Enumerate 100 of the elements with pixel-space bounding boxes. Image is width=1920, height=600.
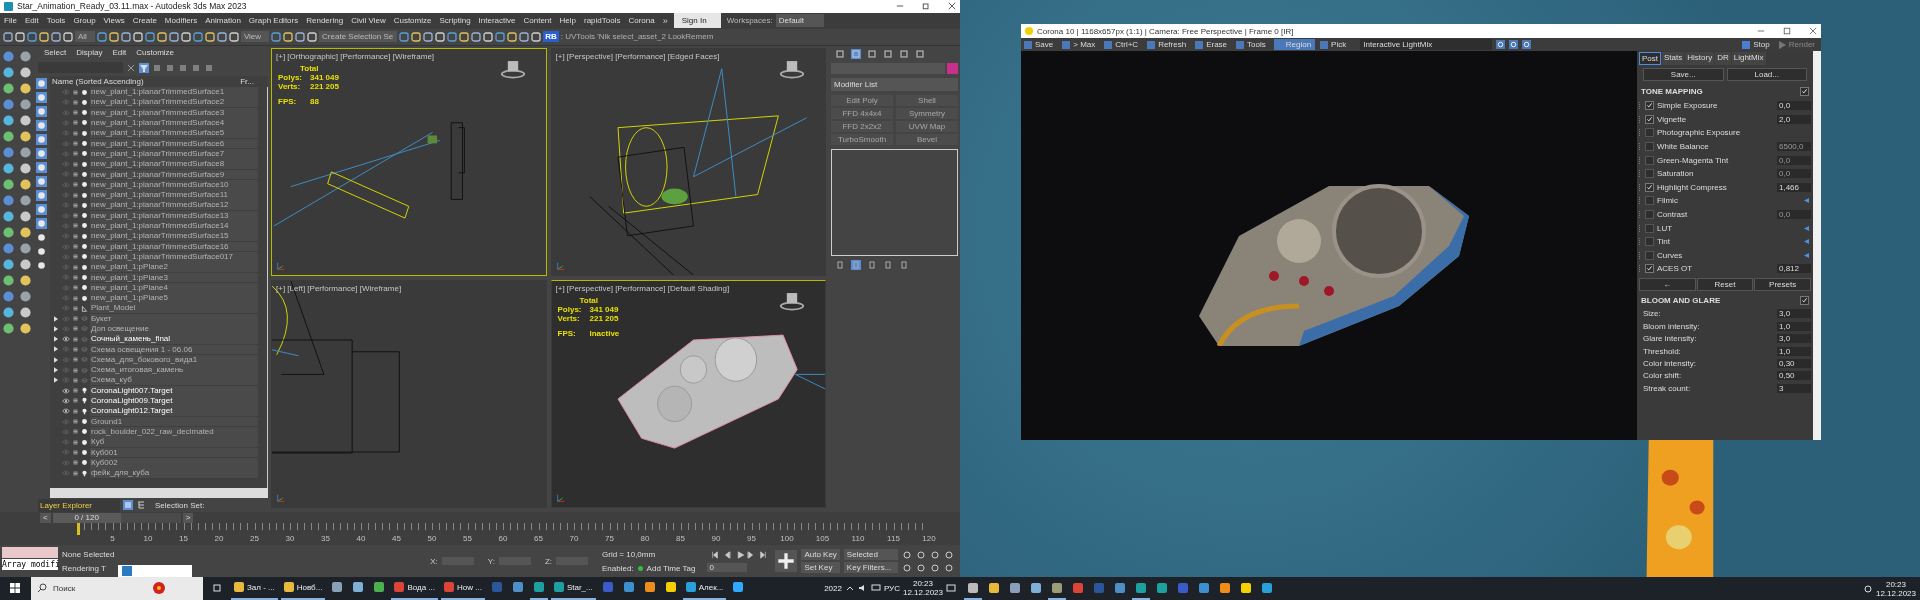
column-header[interactable]: Fr... — [240, 76, 268, 86]
tool-icon[interactable] — [19, 257, 32, 271]
menu-item[interactable]: Content — [519, 16, 556, 26]
toolbar-button[interactable]: Ctrl+C — [1103, 39, 1143, 50]
stack-tool-icon[interactable] — [851, 259, 861, 270]
modifier-button[interactable]: TurboSmooth — [831, 133, 893, 145]
scene-object-name[interactable]: Ground1 — [90, 416, 258, 427]
explorer-menu-item[interactable]: Customize — [136, 48, 175, 58]
viewport-navigation-icon[interactable] — [916, 549, 926, 560]
operator-checkbox[interactable] — [1645, 169, 1654, 179]
value-spinner[interactable]: 0,0 — [1777, 169, 1811, 179]
toolbar-button[interactable]: Pick — [1319, 39, 1351, 50]
viewport[interactable]: [+] [Perspective] [Performance] [Edged Faces] — [550, 47, 826, 276]
expand-arrow-icon[interactable] — [54, 367, 58, 374]
viewport-label[interactable]: [+] [Left] [Performance] [Wireframe] — [272, 281, 546, 296]
tool-icon[interactable] — [51, 31, 61, 42]
operator-checkbox[interactable] — [1645, 182, 1654, 192]
tool-icon[interactable] — [2, 305, 15, 319]
add-time-tag-button[interactable]: Add Time Tag — [646, 563, 696, 573]
scene-object-name[interactable]: new_plant_1:planarTrimmedSurface2 — [90, 97, 258, 108]
section-checkbox[interactable] — [1800, 87, 1809, 96]
tool-icon[interactable] — [19, 273, 32, 287]
object-color-swatch[interactable] — [947, 62, 958, 74]
modifier-button[interactable]: Symmetry — [896, 107, 958, 119]
search-input[interactable]: Поиск — [53, 584, 143, 593]
scene-object-name[interactable]: new_plant_1:planarTrimmedSurface10 — [90, 179, 258, 190]
tool-icon[interactable] — [19, 97, 32, 111]
scene-object-name[interactable]: new_plant_1:planarTrimmedSurface017 — [90, 251, 258, 262]
preset-nav-button[interactable]: Reset — [1696, 277, 1754, 291]
value-spinner[interactable]: 3 — [1777, 383, 1811, 393]
tool-icon[interactable] — [191, 62, 201, 73]
filter-toggle-icon[interactable] — [36, 105, 47, 117]
filter-toggle-icon[interactable] — [36, 189, 47, 201]
operator-checkbox[interactable] — [1645, 114, 1654, 124]
selection-filter-dropdown[interactable]: All — [75, 31, 95, 43]
value-spinner[interactable]: 0,50 — [1777, 371, 1811, 381]
tool-icon[interactable] — [2, 321, 15, 335]
tool-icon[interactable] — [2, 241, 15, 255]
tool-icon[interactable] — [2, 273, 15, 287]
tool-icon[interactable] — [2, 257, 15, 271]
scene-object-name[interactable]: Схема_для_бокового_вида1 — [90, 354, 258, 365]
zoom-icon[interactable] — [1496, 40, 1506, 49]
value-spinner[interactable]: 3,0 — [1777, 334, 1811, 344]
explorer-menu-item[interactable]: Display — [76, 48, 103, 58]
tool-icon[interactable] — [519, 31, 530, 42]
tool-icon[interactable] — [459, 31, 470, 42]
tool-icon[interactable] — [19, 145, 32, 159]
close-icon[interactable] — [1809, 27, 1817, 35]
tool-icon[interactable] — [96, 31, 107, 42]
tool-icon[interactable] — [15, 31, 25, 42]
clock-date[interactable]: 12.12.2023 — [902, 588, 943, 598]
horizontal-scrollbar[interactable] — [50, 488, 268, 499]
tool-icon[interactable] — [471, 31, 482, 42]
tray-text[interactable]: 2022 — [824, 584, 842, 593]
tool-icon[interactable] — [2, 49, 15, 63]
script-label[interactable]: LookRemem — [667, 32, 714, 42]
toolbar-button[interactable]: > Max — [1061, 39, 1100, 50]
network-icon[interactable] — [1862, 583, 1873, 594]
scene-object-name[interactable]: new_plant_1:pPlane2 — [90, 262, 258, 272]
tool-icon[interactable] — [180, 31, 191, 42]
network-icon[interactable] — [870, 583, 881, 594]
panel-tab-icon[interactable] — [915, 48, 925, 59]
tool-icon[interactable] — [19, 49, 32, 63]
tool-icon[interactable] — [19, 289, 32, 303]
operator-checkbox[interactable] — [1645, 155, 1654, 165]
time-slider-thumb[interactable]: 0 / 120 — [52, 512, 121, 523]
clock-time[interactable]: 20:23 — [912, 579, 933, 589]
menu-item[interactable]: Group — [69, 16, 100, 26]
tool-icon[interactable] — [423, 31, 434, 42]
viewport[interactable]: [+] [Left] [Performance] [Wireframe] — [271, 280, 547, 509]
tool-icon[interactable] — [495, 31, 506, 42]
tool-icon[interactable] — [2, 145, 15, 159]
tool-icon[interactable] — [39, 31, 49, 42]
value-spinner[interactable]: 0,812 — [1777, 264, 1811, 274]
panel-tab[interactable]: History — [1685, 52, 1715, 65]
menu-item[interactable]: Help — [555, 16, 580, 26]
tool-icon[interactable] — [2, 225, 15, 239]
tool-icon[interactable] — [2, 161, 15, 175]
add-key-icon[interactable] — [775, 550, 798, 572]
filter-toggle-icon[interactable] — [36, 161, 47, 173]
menu-item[interactable]: Animation — [201, 16, 245, 26]
submenu-arrow-icon[interactable] — [1804, 198, 1809, 204]
tool-icon[interactable] — [2, 209, 15, 223]
scene-object-name[interactable]: new_plant_1:planarTrimmedSurface13 — [90, 210, 258, 221]
tool-icon[interactable] — [19, 129, 32, 143]
viewport-navigation-icon[interactable] — [930, 549, 940, 560]
scene-object-name[interactable]: Куб — [90, 437, 258, 448]
tool-icon[interactable] — [63, 31, 73, 42]
operator-checkbox[interactable] — [1645, 142, 1654, 152]
toolbar-button[interactable]: Region — [1273, 39, 1316, 50]
tool-icon[interactable] — [2, 97, 15, 111]
scene-object-name[interactable]: CoronaLight009.Target — [90, 396, 258, 406]
viewport-navigation-icon[interactable] — [902, 562, 912, 573]
filter-toggle-icon[interactable] — [36, 245, 47, 257]
scene-object-name[interactable]: new_plant_1:pPlane3 — [90, 272, 258, 283]
panel-tab-icon[interactable] — [835, 48, 845, 59]
stop-button[interactable]: Stop — [1741, 39, 1774, 50]
tool-icon[interactable] — [19, 177, 32, 191]
scene-object-name[interactable]: new_plant_1:pPlane5 — [90, 293, 258, 303]
filter-toggle-icon[interactable] — [36, 217, 47, 229]
